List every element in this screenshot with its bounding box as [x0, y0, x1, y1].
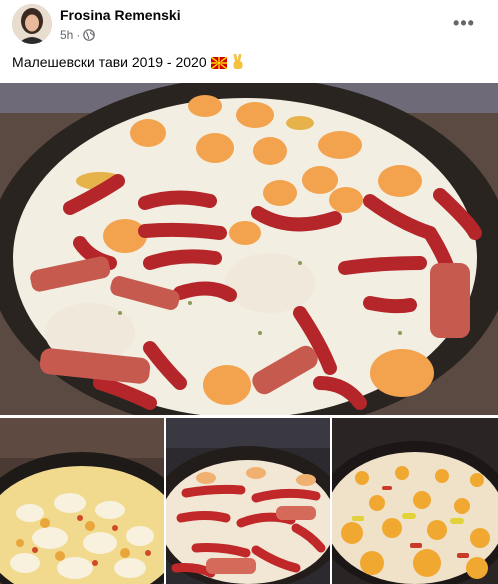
photo-scrambled-eggs: [0, 418, 164, 584]
macedonia-flag-icon: [210, 56, 228, 70]
meta-separator: ·: [76, 28, 81, 42]
post-photo-main[interactable]: [0, 83, 498, 415]
post-photo-thumb-2[interactable]: [166, 418, 330, 584]
more-options-button[interactable]: •••: [450, 9, 478, 37]
photo-eggs-sausages: [0, 83, 498, 415]
photo-fried-eggs-peppers: [332, 418, 498, 584]
globe-icon[interactable]: [83, 29, 96, 41]
post-meta: 5h ·: [60, 28, 96, 42]
post-photo-thumb-3[interactable]: [332, 418, 498, 584]
ellipsis-icon: •••: [453, 12, 475, 33]
post-caption: Малешевски тави 2019 - 2020: [12, 53, 245, 70]
post-time[interactable]: 5h: [60, 28, 73, 42]
post-photo-thumb-1[interactable]: [0, 418, 164, 584]
author-avatar[interactable]: [12, 4, 52, 44]
author-name[interactable]: Frosina Remenski: [60, 7, 181, 23]
caption-text: Малешевски тави 2019 - 2020: [12, 54, 207, 70]
victory-hand-icon: [231, 53, 245, 70]
photo-eggs-sausages-2: [166, 418, 330, 584]
post-header: Frosina Remenski 5h · •••: [0, 0, 498, 50]
